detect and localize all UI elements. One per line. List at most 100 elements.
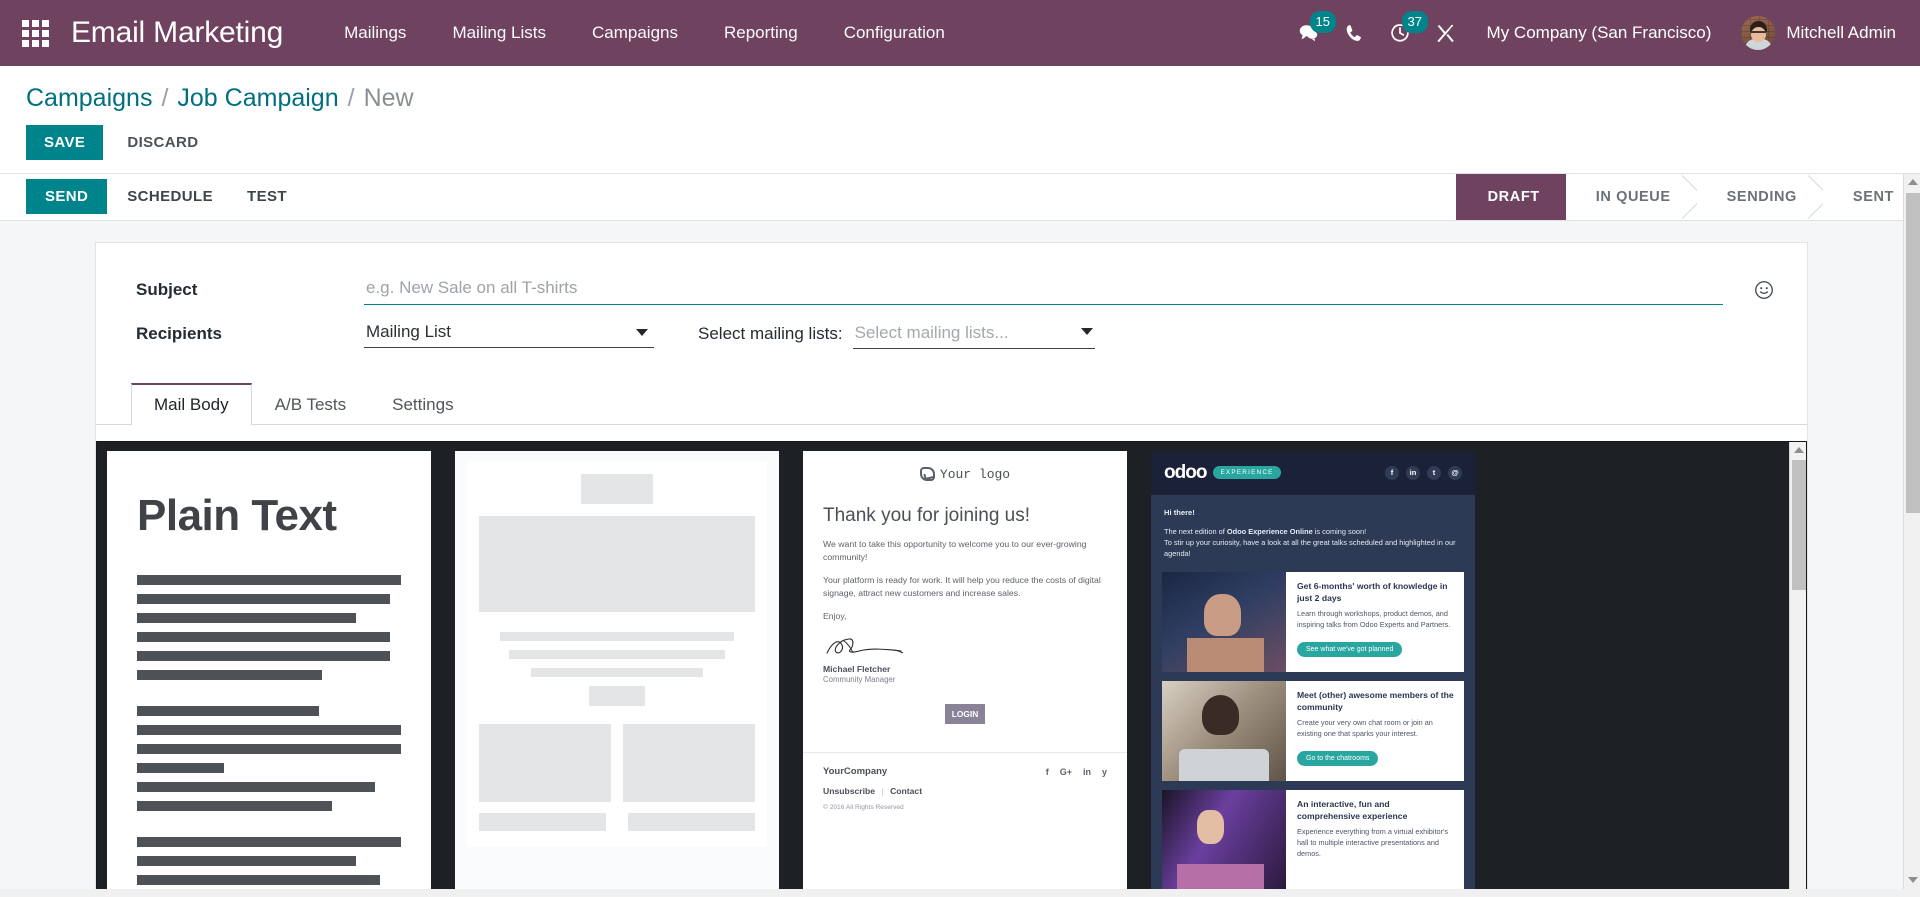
contact-link[interactable]: Contact — [890, 786, 922, 796]
linkedin-icon[interactable]: in — [1406, 465, 1420, 480]
menu-item-reporting[interactable]: Reporting — [701, 0, 821, 66]
oe-card-body: Learn through workshops, product demos, … — [1297, 609, 1451, 630]
oe-card-title: An interactive, fun and comprehensive ex… — [1297, 798, 1408, 821]
gallery-scrollbar[interactable] — [1789, 441, 1806, 889]
oe-card-text: Get 6-months' worth of knowledge in just… — [1286, 572, 1464, 672]
footer-links: Unsubscribe | Contact — [823, 786, 1107, 796]
signature-name: Michael Fletcher — [823, 664, 891, 675]
main-menu: Mailings Mailing Lists Campaigns Reporti… — [321, 0, 968, 66]
template-card-plain-text[interactable]: Plain Text — [107, 450, 431, 889]
your-logo-text: Your logo — [939, 466, 1011, 482]
save-button[interactable]: SAVE — [26, 124, 104, 160]
wireframe-caption-block — [479, 812, 606, 831]
discard-button[interactable]: DISCARD — [113, 125, 212, 160]
thankyou-closing: Enjoy, — [823, 611, 847, 622]
tab-mail-body[interactable]: Mail Body — [131, 382, 252, 425]
odoo-logo: odoo — [1164, 461, 1207, 483]
smiley-icon[interactable] — [1753, 279, 1775, 301]
breadcrumb-job-campaign[interactable]: Job Campaign — [177, 82, 338, 115]
menu-item-campaigns[interactable]: Campaigns — [569, 0, 701, 66]
oe-card-image — [1162, 680, 1286, 781]
facebook-icon[interactable]: f — [1046, 767, 1049, 777]
menu-item-mailing-lists[interactable]: Mailing Lists — [429, 0, 569, 66]
wireframe-button-block — [589, 685, 645, 706]
recipients-label: Recipients — [136, 323, 222, 343]
experience-pill: EXPERIENCE — [1213, 466, 1281, 479]
stage-draft[interactable]: DRAFT — [1455, 173, 1586, 220]
page-scroll-up-button[interactable] — [1904, 174, 1920, 191]
breadcrumb-separator-2: / — [347, 84, 355, 112]
template-card-wireframe[interactable] — [455, 450, 779, 889]
apps-grid-icon[interactable] — [22, 19, 49, 47]
gallery-scroll-up-button[interactable] — [1790, 441, 1806, 459]
oe-card-cta[interactable]: See what we've got planned — [1297, 641, 1403, 657]
your-logo: Your logo — [919, 466, 1011, 482]
control-panel: Campaigns / Job Campaign / New SAVE DISC… — [0, 66, 1920, 174]
wireframe-line — [531, 667, 703, 677]
page-scrollbar[interactable] — [1903, 173, 1920, 889]
facebook-icon[interactable]: f — [1385, 465, 1399, 480]
oe-card[interactable]: Get 6-months' worth of knowledge in just… — [1162, 571, 1464, 672]
oe-card-title: Get 6-months' worth of knowledge in just… — [1297, 580, 1448, 603]
linkedin-icon[interactable]: in — [1083, 767, 1091, 777]
form-view: SEND SCHEDULE TEST DRAFT IN QUEUE SENDIN… — [0, 173, 1920, 889]
thankyou-paragraph-1: We want to take this opportunity to welc… — [823, 539, 1087, 563]
company-switcher[interactable]: My Company (San Francisco) — [1469, 23, 1730, 43]
schedule-button[interactable]: SCHEDULE — [113, 179, 227, 214]
breadcrumb-campaigns[interactable]: Campaigns — [26, 82, 152, 115]
app-brand-title[interactable]: Email Marketing — [71, 16, 283, 50]
oe-card[interactable]: An interactive, fun and comprehensive ex… — [1162, 789, 1464, 889]
subject-input[interactable] — [364, 274, 1723, 305]
breadcrumb-current: New — [363, 84, 414, 112]
mailing-lists-input[interactable] — [852, 318, 1095, 349]
oe-card-image — [1162, 571, 1286, 672]
oe-card-cta[interactable]: Go to the chatrooms — [1297, 750, 1379, 766]
avatar — [1741, 16, 1776, 50]
page-scroll-down-button[interactable] — [1904, 872, 1920, 889]
instagram-icon[interactable]: @ — [1448, 465, 1462, 480]
template-list: Plain Text Your logo Thank you for joini… — [97, 442, 1806, 889]
stage-sending[interactable]: SENDING — [1696, 173, 1823, 220]
notebook-tabs: Mail Body A/B Tests Settings — [96, 363, 1807, 425]
mailing-lists-label: Select mailing lists: — [698, 323, 843, 343]
user-menu[interactable]: Mitchell Admin — [1729, 16, 1896, 50]
page-scrollbar-thumb[interactable] — [1906, 192, 1920, 513]
unsubscribe-link[interactable]: Unsubscribe — [823, 786, 875, 796]
wireframe-inner — [467, 460, 767, 847]
phone-icon[interactable] — [1331, 0, 1377, 66]
messages-icon[interactable]: 15 — [1285, 0, 1337, 66]
menu-item-mailings[interactable]: Mailings — [321, 0, 429, 66]
recipients-select-wrap: Mailing List — [364, 319, 654, 348]
subject-label: Subject — [136, 279, 198, 299]
activities-clock-icon[interactable]: 37 — [1377, 0, 1429, 66]
googleplus-icon[interactable]: G+ — [1060, 767, 1072, 777]
tools-icon[interactable] — [1423, 0, 1469, 66]
tab-settings[interactable]: Settings — [369, 384, 476, 425]
wireframe-line — [509, 649, 725, 659]
template-card-thank-you[interactable]: Your logo Thank you for joining us! We w… — [803, 450, 1127, 889]
status-pipeline: DRAFT IN QUEUE SENDING SENT — [1455, 173, 1920, 220]
test-button[interactable]: TEST — [233, 179, 301, 214]
breadcrumb: Campaigns / Job Campaign / New — [0, 82, 1920, 115]
record-buttons: SAVE DISCARD — [0, 115, 1920, 173]
twitter-icon[interactable]: t — [1427, 465, 1441, 480]
wireframe-caption-block — [628, 812, 755, 831]
thankyou-heading: Thank you for joining us! — [823, 505, 1031, 526]
menu-item-configuration[interactable]: Configuration — [821, 0, 968, 66]
tab-ab-tests[interactable]: A/B Tests — [252, 384, 370, 425]
footer-top-row: YourCompany f G+ in y — [823, 766, 1107, 777]
template-card-odoo-experience[interactable]: odoo EXPERIENCE f in t @ Hi there! The n… — [1151, 450, 1475, 889]
oe-card-title: Meet (other) awesome members of the comm… — [1297, 689, 1454, 712]
oe-card[interactable]: Meet (other) awesome members of the comm… — [1162, 680, 1464, 781]
gallery-scrollbar-thumb[interactable] — [1792, 459, 1806, 590]
stage-in-queue[interactable]: IN QUEUE — [1565, 173, 1697, 220]
thankyou-paragraph-2: Your platform is ready for work. It will… — [823, 575, 1101, 599]
login-button[interactable]: LOGIN — [945, 704, 985, 725]
send-button[interactable]: SEND — [26, 179, 108, 214]
twitter-icon[interactable]: y — [1102, 767, 1107, 777]
recipients-select[interactable]: Mailing List — [364, 319, 654, 348]
breadcrumb-separator-1: / — [161, 84, 169, 112]
field-row-recipients: Recipients Mailing List Select mailing l… — [96, 318, 1807, 349]
oe-intro-pre: The next edition of — [1164, 526, 1227, 536]
oe-card-body: Create your very own chat room or join a… — [1297, 718, 1433, 739]
